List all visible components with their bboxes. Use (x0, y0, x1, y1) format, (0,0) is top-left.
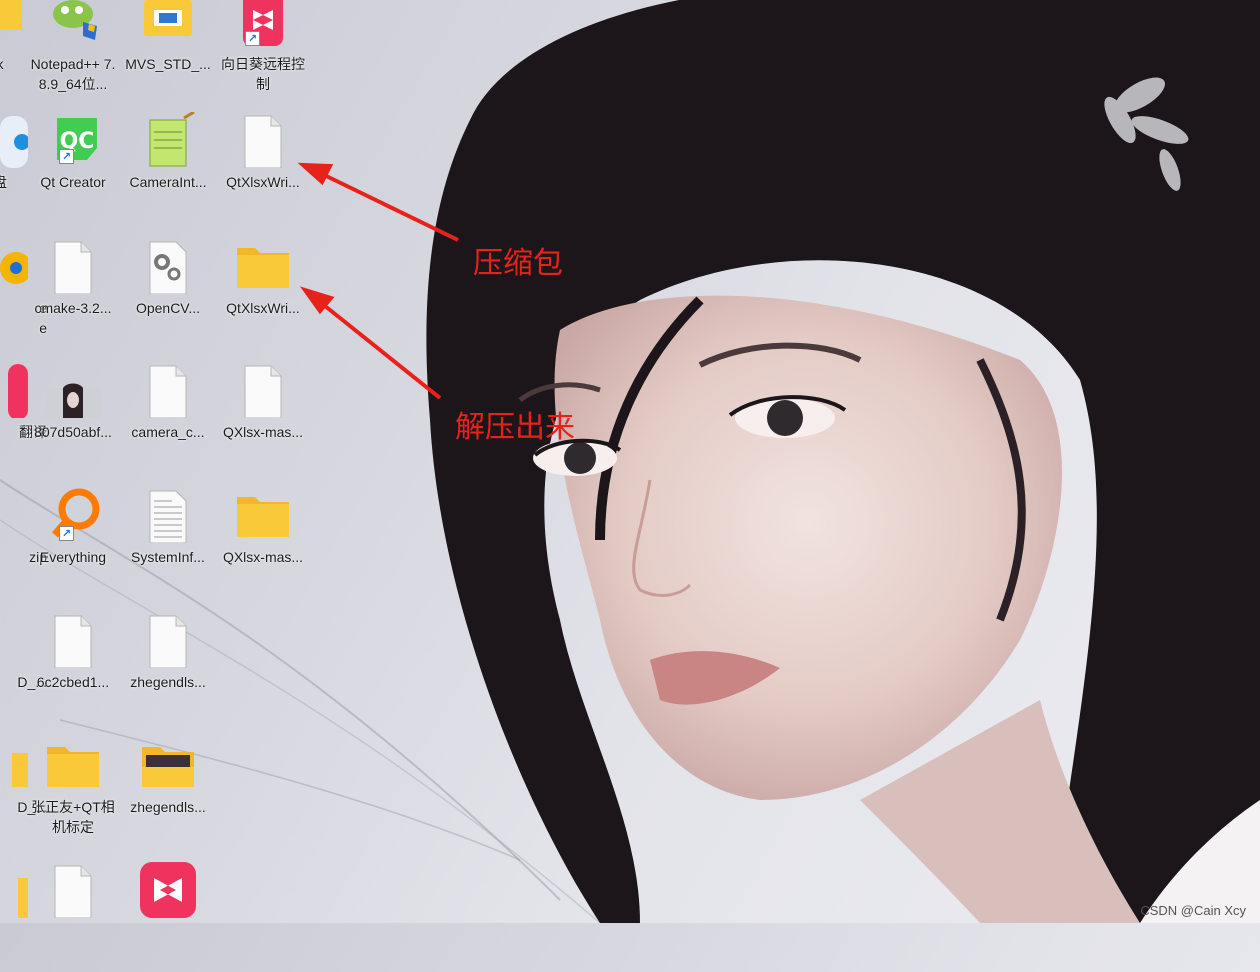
icon-label: 向日葵远程控制 (221, 56, 305, 92)
icon-label: zhegendls... (130, 799, 206, 815)
folder-icon (0, 737, 28, 793)
blank-file-icon (235, 362, 291, 419)
desktop-icon-zheng1[interactable]: zhegendls... (121, 612, 215, 722)
desktop-icon-sunlogin[interactable]: ↗ 向日葵远程控制 (216, 0, 310, 110)
desktop-icon-qtcreator[interactable]: QC ↗ Qt Creator (26, 112, 120, 222)
desktop-icon-mvs[interactable]: MVS_STD_... (121, 0, 215, 110)
notepad-file-icon (140, 110, 196, 168)
desktop-icon-img807[interactable]: 807d50abf... (26, 362, 120, 472)
settings-file-icon (140, 238, 196, 295)
blank-file-icon (45, 612, 101, 669)
desktop-icon-everything[interactable]: ↗ Everything (26, 487, 120, 597)
icon-label: zhegendls... (130, 674, 206, 690)
icon-label: Everything (39, 549, 107, 565)
text-file-icon (140, 487, 196, 544)
folder-icon (45, 737, 101, 793)
annotation-zip-label: 压缩包 (473, 246, 563, 281)
desktop-icon-notepad[interactable]: Notepad++ 7.8.9_64位... (26, 0, 120, 110)
sunlogin-icon (140, 862, 196, 918)
desktop-icon-zheng2[interactable]: zhegendls... (121, 737, 215, 847)
folder-with-images-icon (140, 737, 196, 793)
folder-icon (0, 862, 28, 918)
desktop-icon-sysinfo[interactable]: SystemInf... (121, 487, 215, 597)
desktop-icon-qtxlsx-folder[interactable]: QtXlsxWri... (216, 238, 310, 348)
icon-label: 张正友+QT相机标定 (31, 799, 115, 835)
blank-file-icon (140, 362, 196, 419)
archive-icon (0, 487, 28, 543)
desktop-icon-camerainit[interactable]: CameraInt... (121, 110, 215, 222)
annotation-extract-label: 解压出来 (455, 410, 575, 445)
desktop-icon-qxlsx-folder[interactable]: QXlsx-mas... (216, 487, 310, 597)
blank-file-icon (45, 862, 101, 919)
desktop-icon-camerac[interactable]: camera_c... (121, 362, 215, 472)
icon-label: OpenCV... (135, 300, 201, 316)
desktop-icon-qtxlsx-zip[interactable]: QtXlsxWri... (216, 112, 310, 222)
blank-file-icon (140, 612, 196, 669)
icon-label: cmake-3.2... (34, 300, 112, 316)
icon-label: 6c2cbed1... (36, 674, 110, 690)
sunlogin-icon: ↗ (235, 0, 291, 56)
shortcut-arrow-icon: ↗ (59, 149, 74, 164)
icon-label: Qt Creator (40, 174, 106, 190)
notepad-plus-plus-icon (45, 0, 101, 56)
desktop-icon-bottom-file[interactable] (26, 862, 120, 972)
icon-label: 807d50abf... (34, 424, 112, 440)
desktop-icon-file6c2[interactable]: 6c2cbed1... (26, 612, 120, 722)
qt-creator-icon: QC ↗ (45, 112, 101, 168)
image-thumbnail-icon (45, 362, 101, 418)
icon-label: QtXlsxWri... (226, 174, 300, 190)
folder-icon (0, 0, 28, 56)
blank-file-icon (235, 112, 291, 169)
blank-file-icon (45, 238, 101, 295)
file-icon (0, 612, 28, 668)
everything-search-icon: ↗ (45, 487, 101, 543)
desktop-icon-cmake[interactable]: cmake-3.2... (26, 238, 120, 348)
translate-app-icon (0, 362, 28, 420)
desktop-icon-qxlsx-file[interactable]: QXlsx-mas... (216, 362, 310, 472)
icon-label: MVS_STD_... (125, 56, 211, 72)
shortcut-arrow-icon: ↗ (245, 31, 260, 46)
icon-label: Notepad++ 7.8.9_64位... (30, 56, 116, 92)
mvs-icon (140, 0, 196, 56)
folder-icon (235, 487, 291, 543)
icon-label: QtXlsxWri... (226, 300, 300, 316)
folder-icon (235, 238, 291, 294)
app-icon (0, 112, 30, 168)
chrome-icon (0, 238, 32, 294)
csdn-watermark: CSDN @Cain Xcy (1140, 903, 1246, 918)
desktop-icon-bottom-sunlogin[interactable] (121, 862, 215, 972)
desktop-icon-opencv[interactable]: OpenCV... (121, 238, 215, 348)
shortcut-arrow-icon: ↗ (59, 526, 74, 541)
icon-label: camera_c... (131, 424, 205, 440)
icon-label: QXlsx-mas... (222, 549, 304, 565)
icon-label: SystemInf... (131, 549, 205, 565)
icon-label: QXlsx-mas... (222, 424, 304, 440)
icon-label: CameraInt... (129, 174, 207, 190)
desktop-icon-zhangzy[interactable]: 张正友+QT相机标定 (26, 737, 120, 847)
